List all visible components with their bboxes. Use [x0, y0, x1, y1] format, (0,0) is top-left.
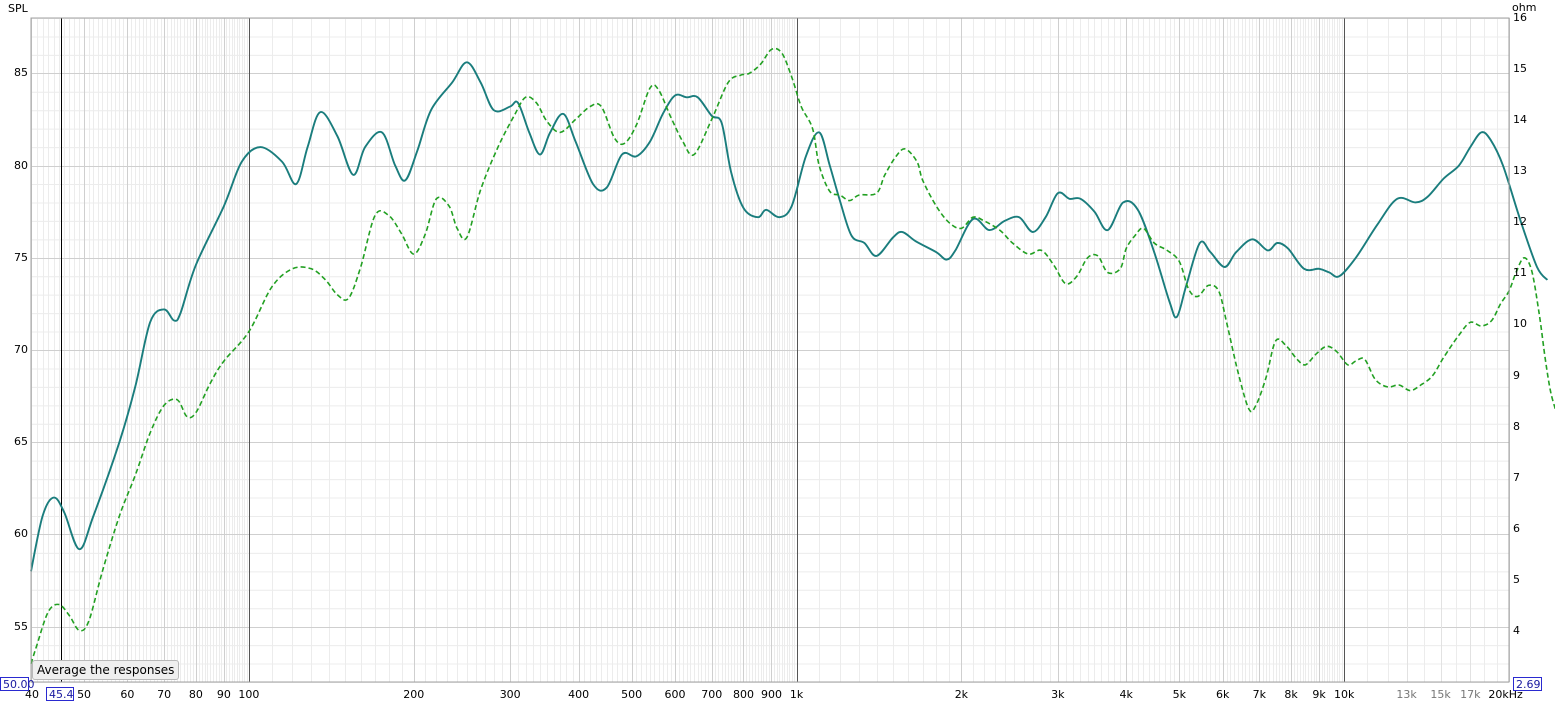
x-tick-label: 90 [216, 688, 231, 701]
y2-tick-label: 10 [1513, 317, 1527, 331]
x-tick-label: 8k [1284, 688, 1298, 701]
x-tick-label: 50 [77, 688, 92, 701]
x-tick-label: 9k [1312, 688, 1326, 701]
y2-tick-label: 11 [1513, 266, 1527, 280]
x-tick-label: 17k [1460, 688, 1481, 701]
x-tick-label: 800 [732, 688, 754, 701]
y2-tick-label: 14 [1513, 113, 1527, 127]
y-tick-label: 75 [14, 250, 28, 264]
x-tick-label: 7k [1252, 688, 1266, 701]
x-tick-label: 2k [954, 688, 969, 701]
cursor-x-readout: 45.4 [46, 687, 74, 701]
x-tick-label: 200 [403, 688, 425, 701]
cursor-y-readout: 50.00 [0, 677, 35, 691]
frequency-response-chart [0, 0, 1555, 712]
x-tick-label: 5k [1172, 688, 1186, 701]
y-tick-label: 65 [14, 435, 28, 449]
y-tick-label: 85 [14, 66, 28, 80]
y2-tick-label: 12 [1513, 215, 1527, 229]
y2-tick-label: 9 [1513, 368, 1520, 382]
x-tick-label: 400 [568, 688, 590, 701]
y-tick-label: 80 [14, 158, 28, 172]
y-tick-label: 55 [14, 619, 28, 633]
x-tick-label: 80 [188, 688, 203, 701]
x-tick-label: 70 [157, 688, 172, 701]
cursor-y2-readout: 2.69 [1513, 677, 1542, 691]
y-tick-label: 70 [14, 343, 28, 356]
x-tick-label: 10k [1333, 688, 1355, 701]
x-tick-label: 500 [621, 688, 643, 701]
x-tick-label: 100 [238, 688, 260, 701]
y-tick-label: 60 [14, 527, 28, 541]
y2-tick-label: 5 [1513, 572, 1520, 586]
y2-tick-label: 7 [1513, 470, 1520, 484]
x-tick-label: 900 [760, 688, 782, 701]
y2-tick-label: 4 [1513, 623, 1520, 637]
y2-tick-label: 13 [1513, 164, 1527, 178]
y2-tick-label: 8 [1513, 419, 1520, 433]
x-tick-label: 6k [1215, 688, 1230, 701]
y2-tick-label: 16 [1513, 11, 1527, 24]
x-tick-label: 300 [499, 688, 521, 701]
x-tick-label: 1k [789, 688, 804, 701]
x-tick-label: 60 [120, 688, 135, 701]
x-tick-label: 15k [1430, 688, 1451, 701]
x-tick-label: 600 [664, 688, 686, 701]
y-axis-title: SPL [8, 2, 28, 15]
x-tick-label: 3k [1051, 688, 1065, 701]
x-tick-label: 4k [1119, 688, 1133, 701]
y2-tick-label: 15 [1513, 62, 1527, 76]
y2-tick-label: 6 [1513, 521, 1520, 535]
x-tick-label: 700 [701, 688, 723, 701]
x-tick-label: 13k [1396, 688, 1417, 701]
average-responses-button[interactable]: Average the responses [32, 660, 180, 680]
